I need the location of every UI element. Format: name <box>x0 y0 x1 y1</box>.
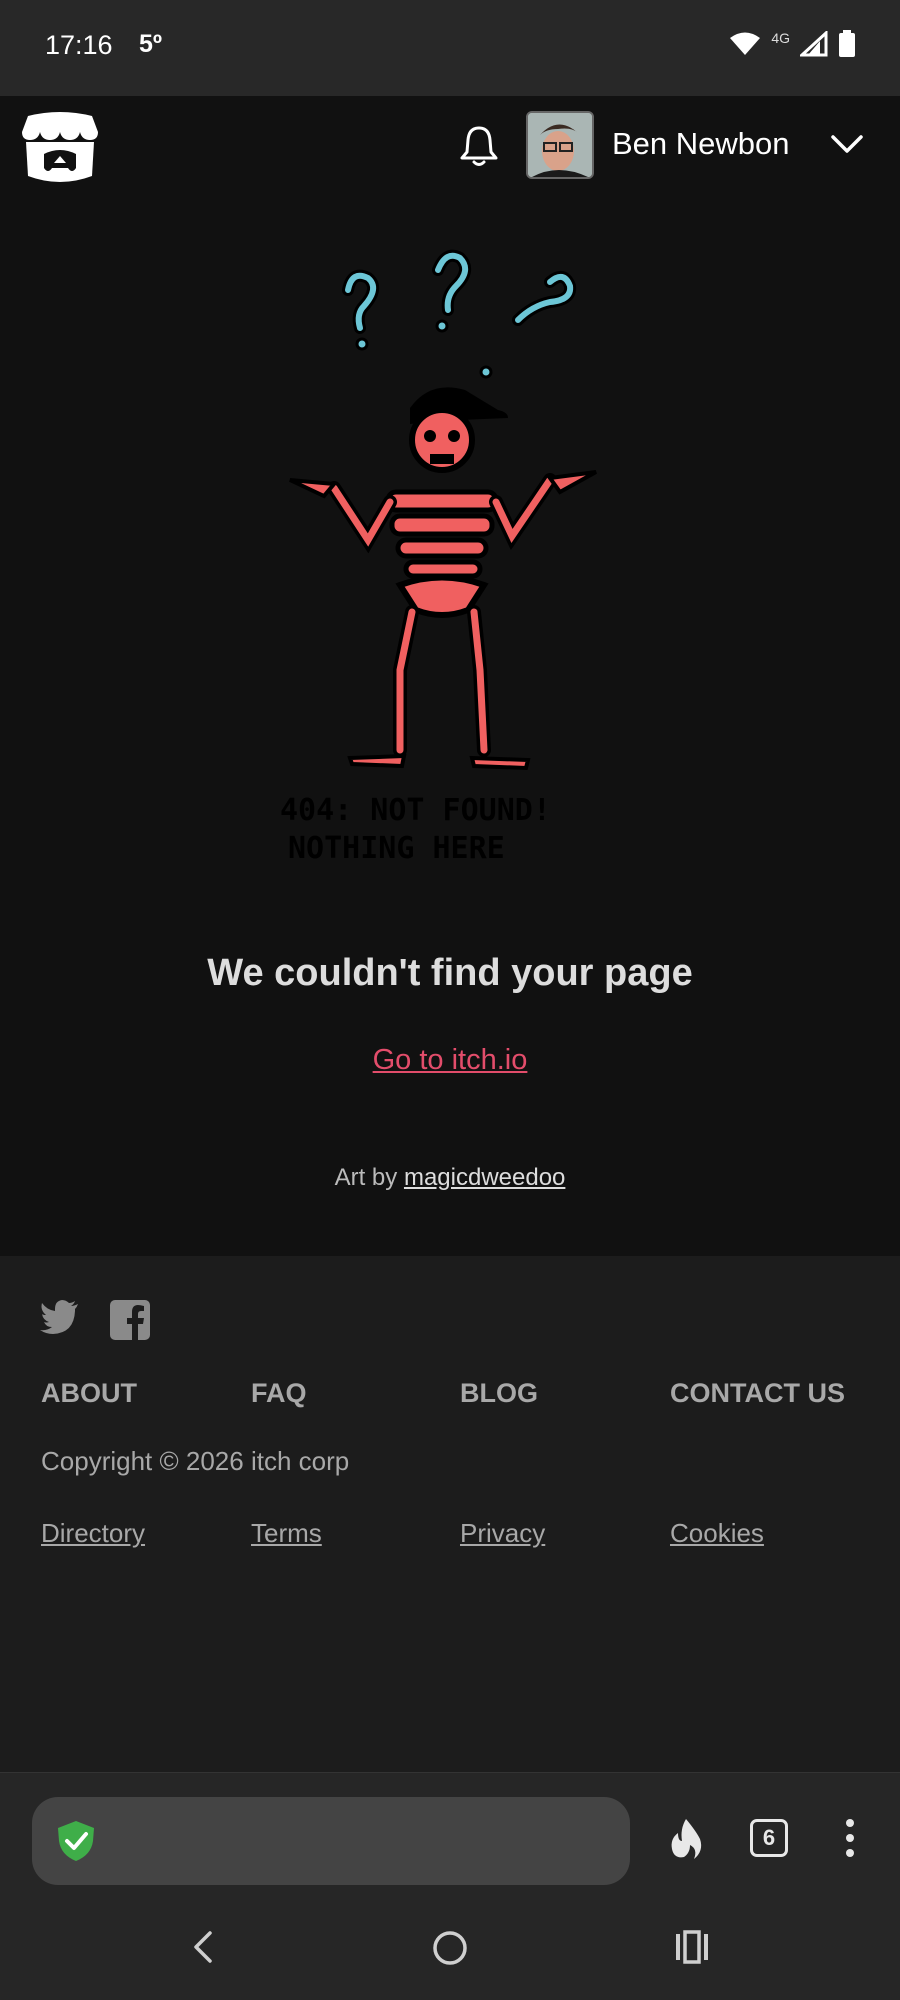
back-icon[interactable] <box>190 1930 216 1964</box>
question-marks <box>342 249 577 379</box>
art-credit-prefix: Art by <box>334 1164 404 1191</box>
social-links <box>40 1300 150 1340</box>
footer-link-contact[interactable]: CONTACT US <box>670 1378 845 1409</box>
recent-apps-icon[interactable] <box>674 1930 710 1964</box>
footer-link-about[interactable]: ABOUT <box>41 1378 137 1409</box>
flame-icon[interactable] <box>666 1817 706 1861</box>
footer-link-cookies[interactable]: Cookies <box>670 1518 764 1549</box>
address-bar[interactable] <box>32 1797 630 1885</box>
browser-toolbar: 6 <box>0 1772 900 1892</box>
footer-link-terms[interactable]: Terms <box>251 1518 322 1549</box>
status-temperature: 5º <box>139 30 163 58</box>
more-vertical-icon[interactable] <box>842 1817 858 1859</box>
art-credit: Art by magicdweedoo <box>0 1164 900 1192</box>
go-to-itchio-link[interactable]: Go to itch.io <box>0 1044 900 1077</box>
tabs-icon[interactable]: 6 <box>750 1819 788 1857</box>
facebook-icon[interactable] <box>110 1300 150 1340</box>
site-header: Ben Newbon <box>0 96 900 196</box>
chevron-down-icon[interactable] <box>830 132 864 156</box>
shield-check-icon[interactable] <box>54 1819 98 1863</box>
art-text-line1: 404: NOT FOUND! <box>280 793 551 828</box>
tab-count: 6 <box>762 1825 776 1850</box>
footer-link-directory[interactable]: Directory <box>41 1518 145 1549</box>
notification-bell-icon[interactable] <box>457 124 501 168</box>
status-time: 17:16 <box>45 30 113 60</box>
user-name[interactable]: Ben Newbon <box>612 126 790 162</box>
page-title: We couldn't find your page <box>207 952 693 994</box>
battery-icon <box>839 30 855 57</box>
status-bar: 17:16 5º 4G <box>0 0 900 96</box>
wifi-icon <box>730 32 761 55</box>
network-type-label: 4G <box>771 30 790 46</box>
home-icon[interactable] <box>432 1930 468 1966</box>
user-avatar-image <box>528 113 592 177</box>
twitter-icon[interactable] <box>40 1300 80 1334</box>
footer-link-blog[interactable]: BLOG <box>460 1378 538 1409</box>
art-text-line2: NOTHING HERE <box>288 831 505 866</box>
system-navigation-bar <box>0 1892 900 2000</box>
skeleton-404-illustration: 404: NOT FOUND! NOTHING HERE <box>280 249 597 866</box>
artist-link[interactable]: magicdweedoo <box>404 1164 565 1191</box>
copyright-text: Copyright © 2026 itch corp <box>41 1446 350 1476</box>
status-icons: 4G <box>729 30 856 58</box>
avatar[interactable] <box>526 111 594 179</box>
itchio-logo-icon[interactable] <box>20 110 100 184</box>
site-footer: ABOUT FAQ BLOG CONTACT US Copyright © 20… <box>0 1256 900 1772</box>
footer-link-faq[interactable]: FAQ <box>251 1378 307 1409</box>
cellular-signal-icon <box>800 31 828 57</box>
footer-link-privacy[interactable]: Privacy <box>460 1518 545 1549</box>
